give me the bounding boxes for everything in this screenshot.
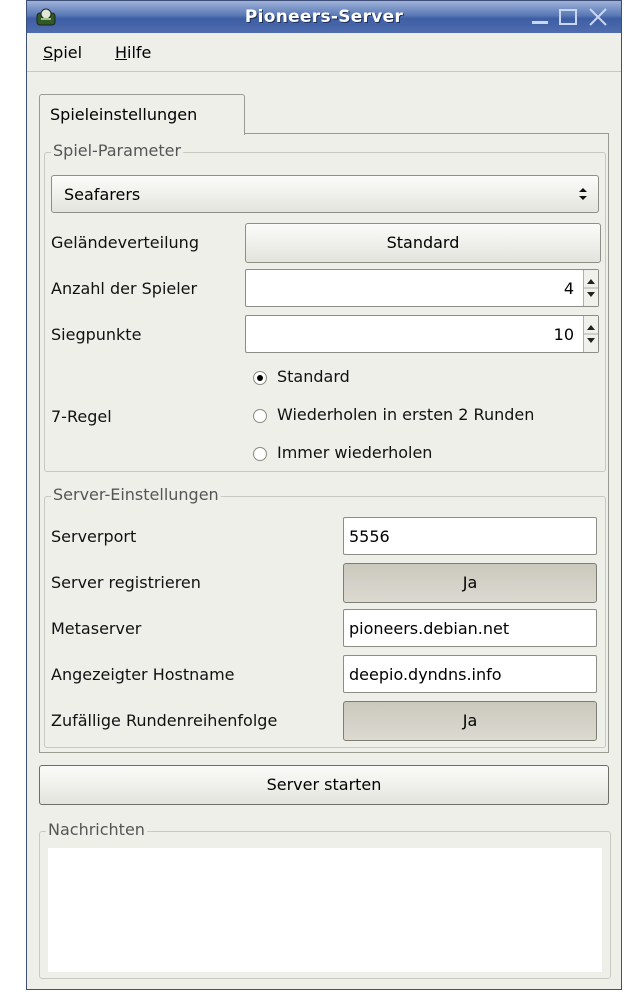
messages-area[interactable]: [48, 848, 602, 972]
seven-rule-radio-standard[interactable]: [253, 371, 267, 385]
metaserver-input[interactable]: pioneers.debian.net: [343, 609, 597, 647]
menu-spiel-mnemonic: S: [43, 43, 54, 62]
players-label: Anzahl der Spieler: [51, 279, 198, 298]
hostname-value: deepio.dyndns.info: [349, 665, 502, 684]
close-icon[interactable]: [587, 7, 609, 27]
messages-frame: Nachrichten: [39, 820, 611, 979]
players-value: 4: [563, 279, 574, 298]
server-port-value: 5556: [349, 527, 390, 546]
terrain-button[interactable]: Standard: [245, 223, 601, 263]
victory-points-label: Siegpunkte: [51, 325, 142, 344]
menu-hilfe[interactable]: Hilfe: [115, 43, 151, 62]
seven-rule-option-repeat-first-two[interactable]: Wiederholen in ersten 2 Runden: [277, 405, 534, 424]
server-settings-label: Server-Einstellungen: [51, 485, 221, 504]
game-parameters-frame: Spiel-Parameter Seafarers Geländeverteil…: [44, 141, 606, 472]
players-spin-buttons[interactable]: [583, 270, 598, 306]
game-select-value: Seafarers: [64, 185, 141, 204]
victory-points-value: 10: [553, 325, 574, 344]
seven-rule-option-standard[interactable]: Standard: [277, 367, 350, 386]
combo-arrows-icon: [579, 188, 587, 200]
maximize-icon[interactable]: [557, 7, 579, 27]
server-port-label: Serverport: [51, 527, 137, 546]
metaserver-value: pioneers.debian.net: [349, 619, 510, 638]
game-select[interactable]: Seafarers: [51, 175, 599, 213]
random-order-toggle[interactable]: Ja: [343, 701, 597, 741]
seven-rule-radio-repeat-first-two[interactable]: [253, 409, 267, 423]
minimize-icon[interactable]: [529, 7, 551, 27]
metaserver-label: Metaserver: [51, 619, 142, 638]
seven-rule-radio-always-repeat[interactable]: [253, 447, 267, 461]
victory-points-spinbox[interactable]: 10: [245, 315, 599, 353]
spin-arrows-icon: [584, 279, 598, 297]
register-server-toggle[interactable]: Ja: [343, 563, 597, 603]
settings-notebook: Spiel-Parameter Seafarers Geländeverteil…: [39, 133, 609, 753]
menu-bar: Spiel Hilfe: [27, 33, 621, 72]
hostname-input[interactable]: deepio.dyndns.info: [343, 655, 597, 693]
server-port-input[interactable]: 5556: [343, 517, 597, 555]
menu-hilfe-label: ilfe: [127, 43, 152, 62]
players-spinbox[interactable]: 4: [245, 269, 599, 307]
random-order-label: Zufällige Rundenreihenfolge: [51, 711, 278, 730]
tab-spieleinstellungen[interactable]: Spieleinstellungen: [39, 94, 245, 135]
tab-label: Spieleinstellungen: [50, 105, 198, 124]
menu-spiel[interactable]: Spiel: [43, 43, 82, 62]
seven-rule-option-always-repeat[interactable]: Immer wiederholen: [277, 443, 432, 462]
start-server-button[interactable]: Server starten: [39, 765, 609, 805]
register-server-label: Server registrieren: [51, 573, 201, 592]
terrain-label: Geländeverteilung: [51, 233, 199, 252]
title-bar[interactable]: Pioneers-Server: [27, 1, 621, 33]
victory-spin-buttons[interactable]: [583, 316, 598, 352]
game-parameters-label: Spiel-Parameter: [51, 141, 184, 160]
menu-hilfe-mnemonic: H: [115, 43, 128, 62]
pioneers-server-window: Pioneers-Server Spiel Hilfe Spieleinstel…: [26, 0, 622, 990]
spin-arrows-icon: [584, 325, 598, 343]
seven-rule-label: 7-Regel: [51, 407, 112, 426]
hostname-label: Angezeigter Hostname: [51, 665, 235, 684]
server-settings-frame: Server-Einstellungen Serverport 5556 Ser…: [44, 485, 606, 748]
menu-spiel-label: piel: [53, 43, 83, 62]
messages-label: Nachrichten: [46, 820, 147, 839]
